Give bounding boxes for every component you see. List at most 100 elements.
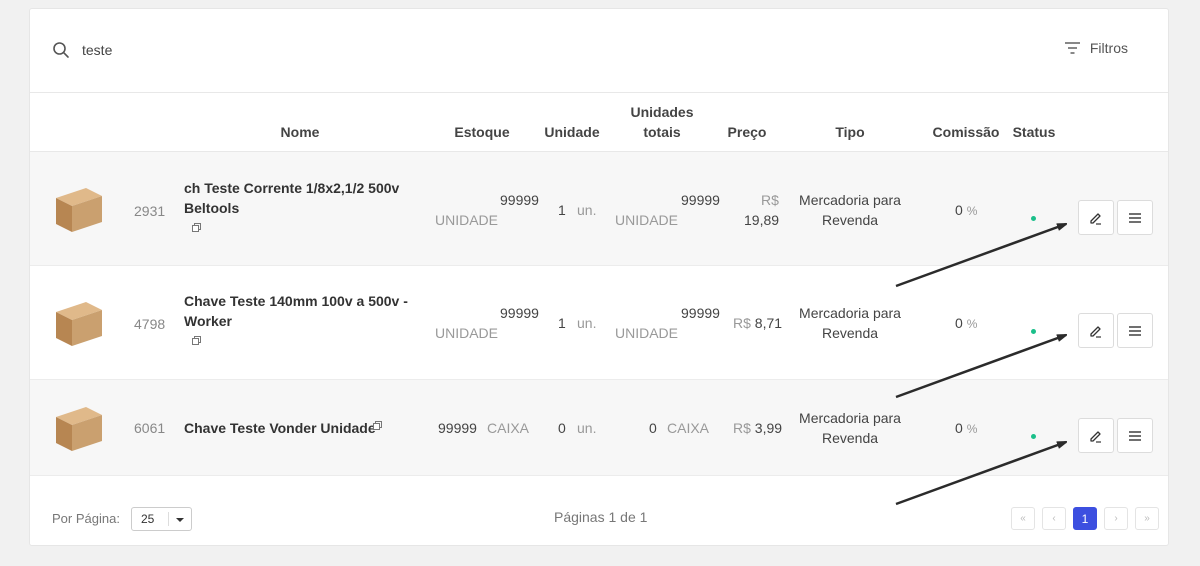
status-indicator xyxy=(1031,329,1036,334)
filters-label: Filtros xyxy=(1089,40,1128,56)
page-button-current[interactable]: 1 xyxy=(1073,507,1097,530)
commission-unit: % xyxy=(966,204,978,218)
col-preco[interactable]: Preço xyxy=(722,122,772,142)
unit-label: un. xyxy=(577,420,597,436)
table-row[interactable]: 4798 Chave Teste 140mm 100v a 500v - Wor… xyxy=(30,266,1168,380)
total-units-value: 0 xyxy=(649,420,657,436)
product-type-line1: Mercadoria para xyxy=(799,410,901,426)
stock-value: 99999 xyxy=(500,305,539,321)
product-code: 4798 xyxy=(134,316,166,332)
box-icon xyxy=(56,188,102,232)
commission-value: 0 xyxy=(955,420,963,436)
col-unidades-totais[interactable]: Unidades totais xyxy=(622,102,702,142)
stock-unit: UNIDADE xyxy=(435,212,499,228)
copy-icon[interactable] xyxy=(192,223,202,233)
price-value: 3,99 xyxy=(754,420,783,436)
search-icon xyxy=(53,42,69,58)
chevron-down-icon xyxy=(176,518,184,522)
edit-icon xyxy=(1090,430,1101,443)
status-indicator xyxy=(1031,434,1036,439)
last-page-button[interactable]: » xyxy=(1135,507,1159,530)
edit-button[interactable] xyxy=(1078,313,1114,348)
filter-icon xyxy=(1064,42,1080,54)
pagination: « ‹ 1 › » xyxy=(1011,507,1159,530)
product-type-line1: Mercadoria para xyxy=(799,192,901,208)
product-code: 6061 xyxy=(134,420,166,436)
product-type: Mercadoria para Revenda xyxy=(795,303,905,343)
col-unidades-totais-line2: totais xyxy=(643,124,681,140)
product-name[interactable]: ch Teste Corrente 1/8x2,1/2 500v Beltool… xyxy=(184,178,414,218)
box-icon xyxy=(56,407,102,451)
col-unidades-totais-line1: Unidades xyxy=(630,104,694,120)
menu-icon xyxy=(1129,212,1141,223)
unit-qty: 1 xyxy=(558,202,566,218)
stock-value: 99999 xyxy=(438,420,477,436)
commission-unit: % xyxy=(966,317,978,331)
next-page-button[interactable]: › xyxy=(1104,507,1128,530)
table-row[interactable]: 6061 Chave Teste Vonder Unidade 99999 CA… xyxy=(30,380,1168,476)
products-card: Filtros Nome Estoque Unidade Unidades to… xyxy=(29,8,1169,546)
product-type-line2: Revenda xyxy=(821,325,879,341)
edit-icon xyxy=(1090,325,1101,338)
price: R$ 3,99 xyxy=(733,418,782,438)
menu-button[interactable] xyxy=(1117,200,1153,235)
col-unidade[interactable]: Unidade xyxy=(537,122,607,142)
table-row[interactable]: 2931 ch Teste Corrente 1/8x2,1/2 500v Be… xyxy=(30,152,1168,266)
product-type: Mercadoria para Revenda xyxy=(795,190,905,230)
col-nome[interactable]: Nome xyxy=(270,122,330,142)
select-divider xyxy=(168,512,169,526)
table-footer: Por Página: 25 Páginas 1 de 1 « ‹ 1 › » xyxy=(30,477,1168,547)
total-units-value: 99999 xyxy=(681,305,720,321)
unit-label: un. xyxy=(577,202,597,218)
total-units-value: 99999 xyxy=(681,192,720,208)
status-indicator xyxy=(1031,216,1036,221)
menu-button[interactable] xyxy=(1117,313,1153,348)
col-estoque[interactable]: Estoque xyxy=(447,122,517,142)
col-comissao[interactable]: Comissão xyxy=(929,122,1003,142)
box-icon xyxy=(56,302,102,346)
stock-unit: CAIXA xyxy=(487,420,530,436)
menu-button[interactable] xyxy=(1117,418,1153,453)
per-page-value: 25 xyxy=(141,512,155,526)
product-name[interactable]: Chave Teste Vonder Unidade xyxy=(184,418,376,438)
edit-button[interactable] xyxy=(1078,200,1114,235)
stock-value: 99999 xyxy=(500,192,539,208)
price-currency: R$ xyxy=(761,192,779,208)
product-name-line2: Worker xyxy=(184,313,232,329)
product-type-line1: Mercadoria para xyxy=(799,305,901,321)
total-units-unit: UNIDADE xyxy=(615,212,679,228)
price-value: 19,89 xyxy=(744,212,780,228)
total-units-unit: UNIDADE xyxy=(615,325,679,341)
edit-icon xyxy=(1090,212,1101,225)
commission: 0 % xyxy=(955,313,977,334)
search-bar: Filtros xyxy=(30,9,1168,93)
copy-icon[interactable] xyxy=(192,336,202,346)
commission: 0 % xyxy=(955,418,977,439)
price-currency: R$ xyxy=(733,420,751,436)
copy-icon[interactable] xyxy=(373,421,383,431)
search-input[interactable] xyxy=(82,39,482,61)
first-page-button[interactable]: « xyxy=(1011,507,1035,530)
unit-label: un. xyxy=(577,315,597,331)
commission: 0 % xyxy=(955,200,977,221)
price: R$ 8,71 xyxy=(733,313,782,333)
unit-qty: 1 xyxy=(558,315,566,331)
stock-unit: UNIDADE xyxy=(435,325,499,341)
col-status[interactable]: Status xyxy=(1009,122,1059,142)
commission-unit: % xyxy=(966,422,978,436)
price-value: 8,71 xyxy=(754,315,783,331)
prev-page-button[interactable]: ‹ xyxy=(1042,507,1066,530)
price-currency: R$ xyxy=(733,315,751,331)
table-header: Nome Estoque Unidade Unidades totais Pre… xyxy=(30,93,1168,152)
commission-value: 0 xyxy=(955,202,963,218)
product-name-line2: Beltools xyxy=(184,200,240,216)
per-page-select[interactable]: 25 xyxy=(131,507,192,531)
product-name[interactable]: Chave Teste 140mm 100v a 500v - Worker xyxy=(184,291,414,331)
product-type-line2: Revenda xyxy=(821,212,879,228)
product-type-line2: Revenda xyxy=(821,430,879,446)
edit-button[interactable] xyxy=(1078,418,1114,453)
col-tipo[interactable]: Tipo xyxy=(820,122,880,142)
menu-icon xyxy=(1129,430,1141,441)
filters-button[interactable]: Filtros xyxy=(1064,40,1128,56)
commission-value: 0 xyxy=(955,315,963,331)
